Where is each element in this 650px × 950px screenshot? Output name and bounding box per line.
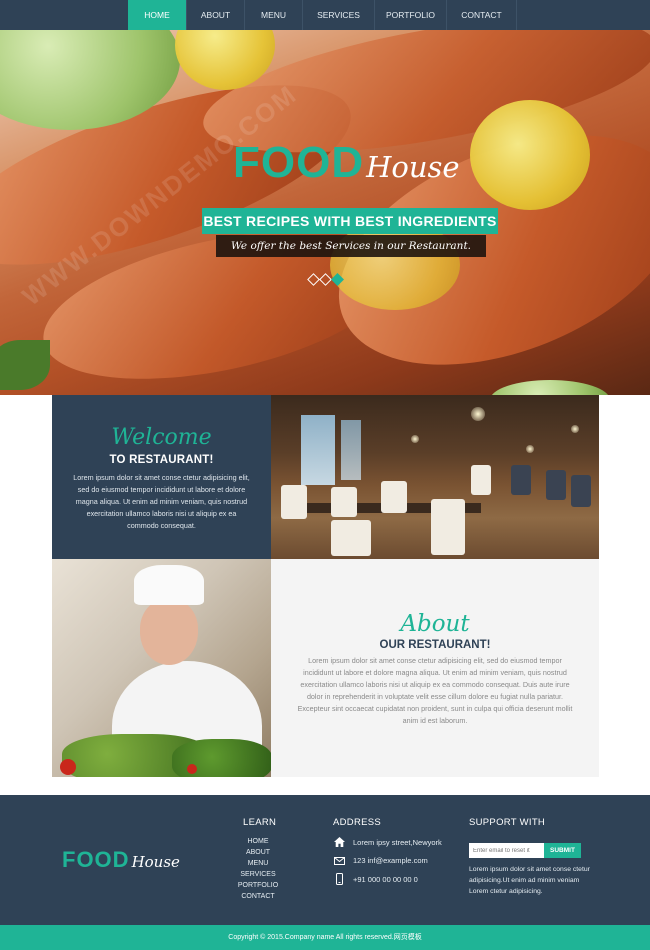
footer-link-portfolio[interactable]: PORTFOLIO (236, 880, 280, 891)
support-text: Lorem ipsum dolor sit amet conse ctetur … (469, 866, 590, 895)
nav-item-portfolio[interactable]: PORTFOLIO (375, 0, 447, 30)
restaurant-chair (381, 481, 407, 513)
restaurant-chair (431, 499, 465, 555)
chef-image (52, 559, 271, 777)
hero-logo: FOODHouse (233, 138, 460, 188)
restaurant-chair (471, 465, 491, 495)
footer-link-services[interactable]: SERVICES (236, 869, 280, 880)
about-body: Lorem ipsum dolor sit amet conse ctetur … (297, 656, 573, 725)
restaurant-chair (281, 485, 307, 519)
restaurant-chair (331, 487, 357, 517)
footer-logo-house: House (131, 853, 180, 871)
restaurant-chair (546, 470, 566, 500)
tomato-image (60, 759, 76, 775)
about-script-title: About (400, 611, 470, 637)
footer: FOOD House LEARN HOME ABOUT MENU SERVICES… (0, 795, 650, 925)
restaurant-chair (511, 465, 531, 495)
footer-link-about[interactable]: ABOUT (236, 847, 280, 858)
address-title: ADDRESS (333, 817, 382, 828)
about-panel: About OUR RESTAURANT! Lorem ipsum dolor … (271, 559, 599, 777)
slider-dot-1[interactable] (307, 273, 320, 286)
slider-pagination (307, 273, 344, 286)
home-icon (334, 837, 345, 847)
restaurant-chair (331, 520, 371, 556)
about-heading: OUR RESTAURANT! (379, 639, 491, 651)
nav-item-services[interactable]: SERVICES (303, 0, 375, 30)
logo-food-text: FOOD (233, 138, 365, 187)
footer-link-contact[interactable]: CONTACT (236, 891, 280, 902)
herb-image (0, 340, 50, 390)
restaurant-light (471, 407, 485, 421)
address-email-row: 123 inf@example.com (334, 856, 428, 865)
restaurant-light (571, 425, 579, 433)
submit-button[interactable]: SUBMIT (544, 843, 581, 858)
welcome-heading: TO RESTAURANT! (109, 454, 214, 466)
envelope-icon (334, 856, 345, 865)
learn-title: LEARN (243, 817, 277, 828)
lemon-slice-image (470, 100, 590, 210)
footer-logo[interactable]: FOOD House (62, 847, 180, 873)
lime-slice-image (490, 380, 610, 395)
restaurant-light (526, 445, 534, 453)
restaurant-chair (571, 475, 591, 507)
email-reset-input[interactable] (469, 843, 544, 858)
hero-slider: WWW.DOWNDEMO.COM FOODHouse BEST RECIPES … (0, 30, 650, 395)
learn-links: HOME ABOUT MENU SERVICES PORTFOLIO CONTA… (236, 836, 280, 902)
copyright-bar: Copyright © 2015.Company name All rights… (0, 925, 650, 950)
chef-hat (134, 565, 204, 605)
slider-dot-3-active[interactable] (331, 273, 344, 286)
address-street-row: Lorem ipsy street,Newyork (334, 837, 442, 847)
welcome-body: Lorem ipsum dolor sit amet conse ctetur … (73, 473, 250, 530)
nav-item-contact[interactable]: CONTACT (447, 0, 517, 30)
address-street: Lorem ipsy street,Newyork (353, 837, 442, 847)
tomato-image (187, 764, 197, 774)
nav-item-menu[interactable]: MENU (245, 0, 303, 30)
mobile-phone-icon (336, 873, 343, 885)
chef-face (140, 599, 198, 665)
footer-link-menu[interactable]: MENU (236, 858, 280, 869)
support-title: SUPPORT WITH (469, 817, 546, 828)
nav-item-about[interactable]: ABOUT (187, 0, 245, 30)
address-phone: +91 000 00 00 00 0 (353, 874, 418, 884)
hero-tagline: BEST RECIPES WITH BEST INGREDIENTS (202, 208, 498, 234)
footer-logo-food: FOOD (62, 847, 130, 872)
restaurant-interior-image (271, 395, 599, 559)
restaurant-light (411, 435, 419, 443)
address-email[interactable]: 123 inf@example.com (353, 856, 428, 865)
nav-menu: HOME ABOUT MENU SERVICES PORTFOLIO CONTA… (128, 0, 517, 30)
footer-link-home[interactable]: HOME (236, 836, 280, 847)
top-navbar: HOME ABOUT MENU SERVICES PORTFOLIO CONTA… (0, 0, 650, 30)
restaurant-window (301, 415, 335, 485)
restaurant-window (341, 420, 361, 480)
logo-house-text: House (366, 150, 460, 184)
welcome-script-title: Welcome (111, 425, 212, 450)
slider-dot-2[interactable] (319, 273, 332, 286)
address-phone-row: +91 000 00 00 00 0 (334, 873, 418, 885)
hero-subtitle: We offer the best Services in our Restau… (216, 235, 486, 257)
nav-item-home[interactable]: HOME (128, 0, 187, 30)
welcome-panel: Welcome TO RESTAURANT! Lorem ipsum dolor… (52, 395, 271, 559)
